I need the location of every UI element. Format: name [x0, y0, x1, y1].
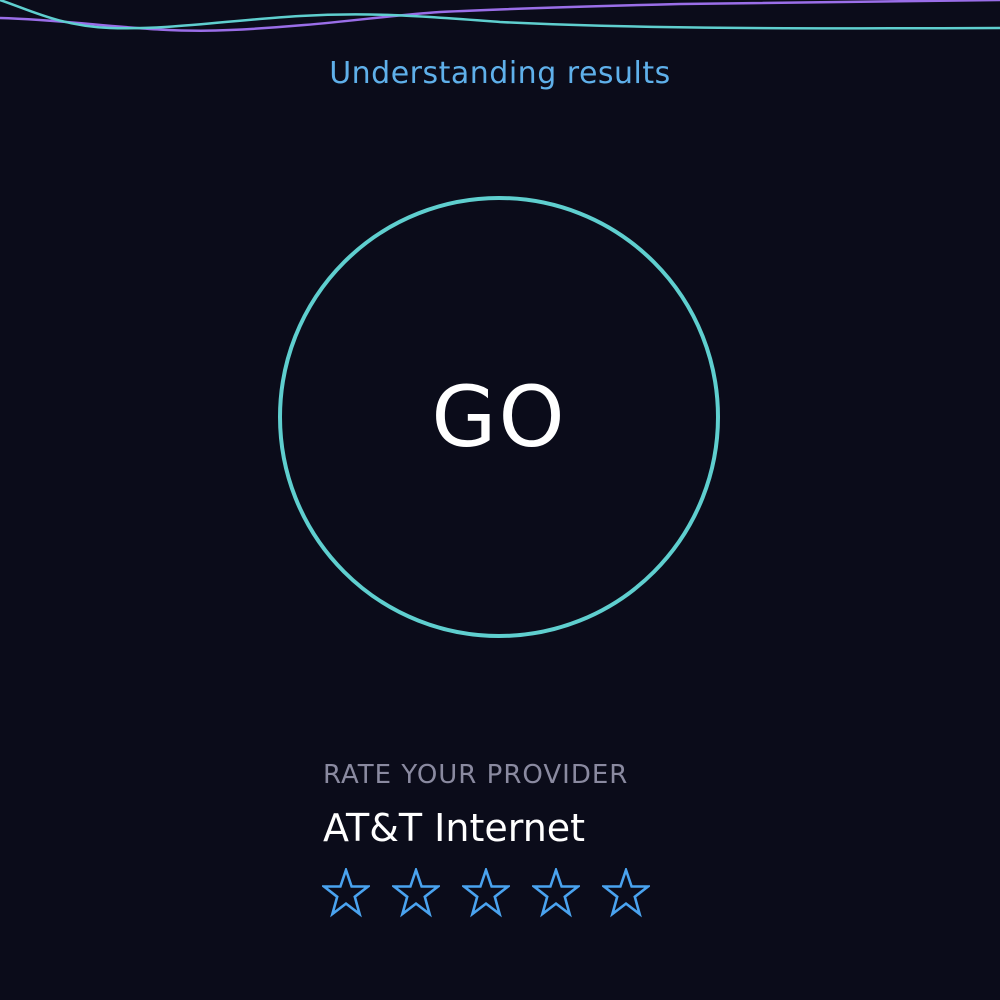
rate-provider-heading: RATE YOUR PROVIDER [323, 760, 629, 790]
star-2-icon[interactable] [392, 868, 440, 918]
speed-graph-lines [0, 0, 1000, 32]
star-1-icon[interactable] [322, 868, 370, 918]
star-5-icon[interactable] [602, 868, 650, 918]
star-rating [322, 868, 650, 918]
download-graph-line [0, 0, 1000, 30]
star-4-icon[interactable] [532, 868, 580, 918]
provider-name: AT&T Internet [323, 806, 586, 850]
star-3-icon[interactable] [462, 868, 510, 918]
go-label: GO [431, 368, 567, 466]
understanding-results-link[interactable]: Understanding results [0, 56, 1000, 91]
go-button[interactable]: GO [278, 196, 720, 638]
upload-graph-line [0, 0, 1000, 32]
